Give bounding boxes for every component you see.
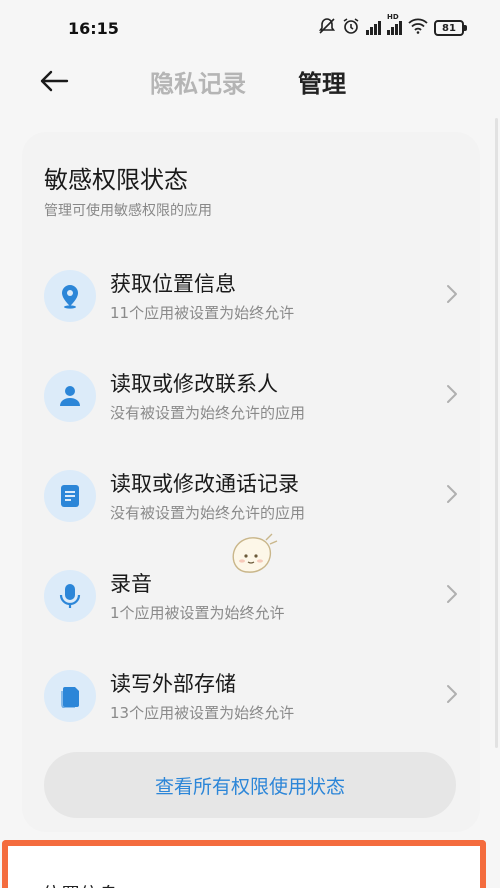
section-title: 敏感权限状态	[44, 166, 188, 194]
microphone-icon	[44, 570, 96, 622]
mute-bell-icon	[318, 17, 336, 39]
location-icon	[44, 270, 96, 322]
contacts-icon	[44, 370, 96, 422]
permission-desc: 13个应用被设置为始终允许	[110, 704, 295, 722]
location-info-title: 位置信息	[42, 880, 118, 888]
status-time: 16:15	[68, 18, 119, 38]
permission-title: 读取或修改联系人	[110, 372, 278, 396]
chevron-right-icon	[447, 685, 457, 703]
permission-title: 录音	[110, 572, 152, 596]
permission-item-location[interactable]: 获取位置信息 11个应用被设置为始终允许	[22, 250, 480, 340]
storage-icon	[44, 670, 96, 722]
permission-item-contacts[interactable]: 读取或修改联系人 没有被设置为始终允许的应用	[22, 350, 480, 440]
tab-privacy-records[interactable]: 隐私记录	[150, 64, 246, 99]
chevron-right-icon	[447, 385, 457, 403]
chevron-right-icon	[447, 485, 457, 503]
permission-title: 读写外部存储	[110, 672, 236, 696]
chevron-right-icon	[447, 285, 457, 303]
permission-desc: 没有被设置为始终允许的应用	[110, 404, 306, 422]
alarm-icon	[342, 17, 360, 39]
hd-label: HD	[387, 13, 399, 21]
wifi-icon	[408, 18, 428, 38]
status-bar: 16:15 HD 81	[0, 0, 500, 56]
sensitive-permissions-card: 敏感权限状态 管理可使用敏感权限的应用 获取位置信息 11个应用被设置为始终允许…	[22, 132, 480, 832]
section-subtitle: 管理可使用敏感权限的应用	[44, 203, 212, 219]
view-all-permissions-button[interactable]: 查看所有权限使用状态	[44, 752, 456, 818]
back-arrow-icon	[40, 70, 69, 92]
call-log-icon	[44, 470, 96, 522]
chevron-right-icon	[447, 585, 457, 603]
signal-hd-icon: HD	[387, 13, 402, 35]
location-info-section: 位置信息	[2, 840, 486, 888]
permission-title: 读取或修改通话记录	[110, 472, 299, 496]
permission-desc: 没有被设置为始终允许的应用	[110, 504, 306, 522]
signal-icon	[366, 21, 381, 35]
battery-level: 81	[442, 22, 456, 34]
tab-manage[interactable]: 管理	[298, 64, 346, 99]
back-button[interactable]	[36, 64, 72, 98]
battery-icon: 81	[434, 20, 467, 36]
permission-title: 获取位置信息	[110, 272, 236, 296]
permission-desc: 1个应用被设置为始终允许	[110, 604, 285, 622]
nav-bar: 隐私记录 管理	[0, 56, 500, 106]
status-icons: HD 81	[318, 13, 467, 39]
permission-desc: 11个应用被设置为始终允许	[110, 304, 295, 322]
permission-item-call-log[interactable]: 读取或修改通话记录 没有被设置为始终允许的应用	[22, 450, 480, 540]
permission-item-storage[interactable]: 读写外部存储 13个应用被设置为始终允许	[22, 650, 480, 740]
scrollbar[interactable]	[495, 118, 498, 748]
mascot-watermark-icon	[232, 533, 278, 573]
